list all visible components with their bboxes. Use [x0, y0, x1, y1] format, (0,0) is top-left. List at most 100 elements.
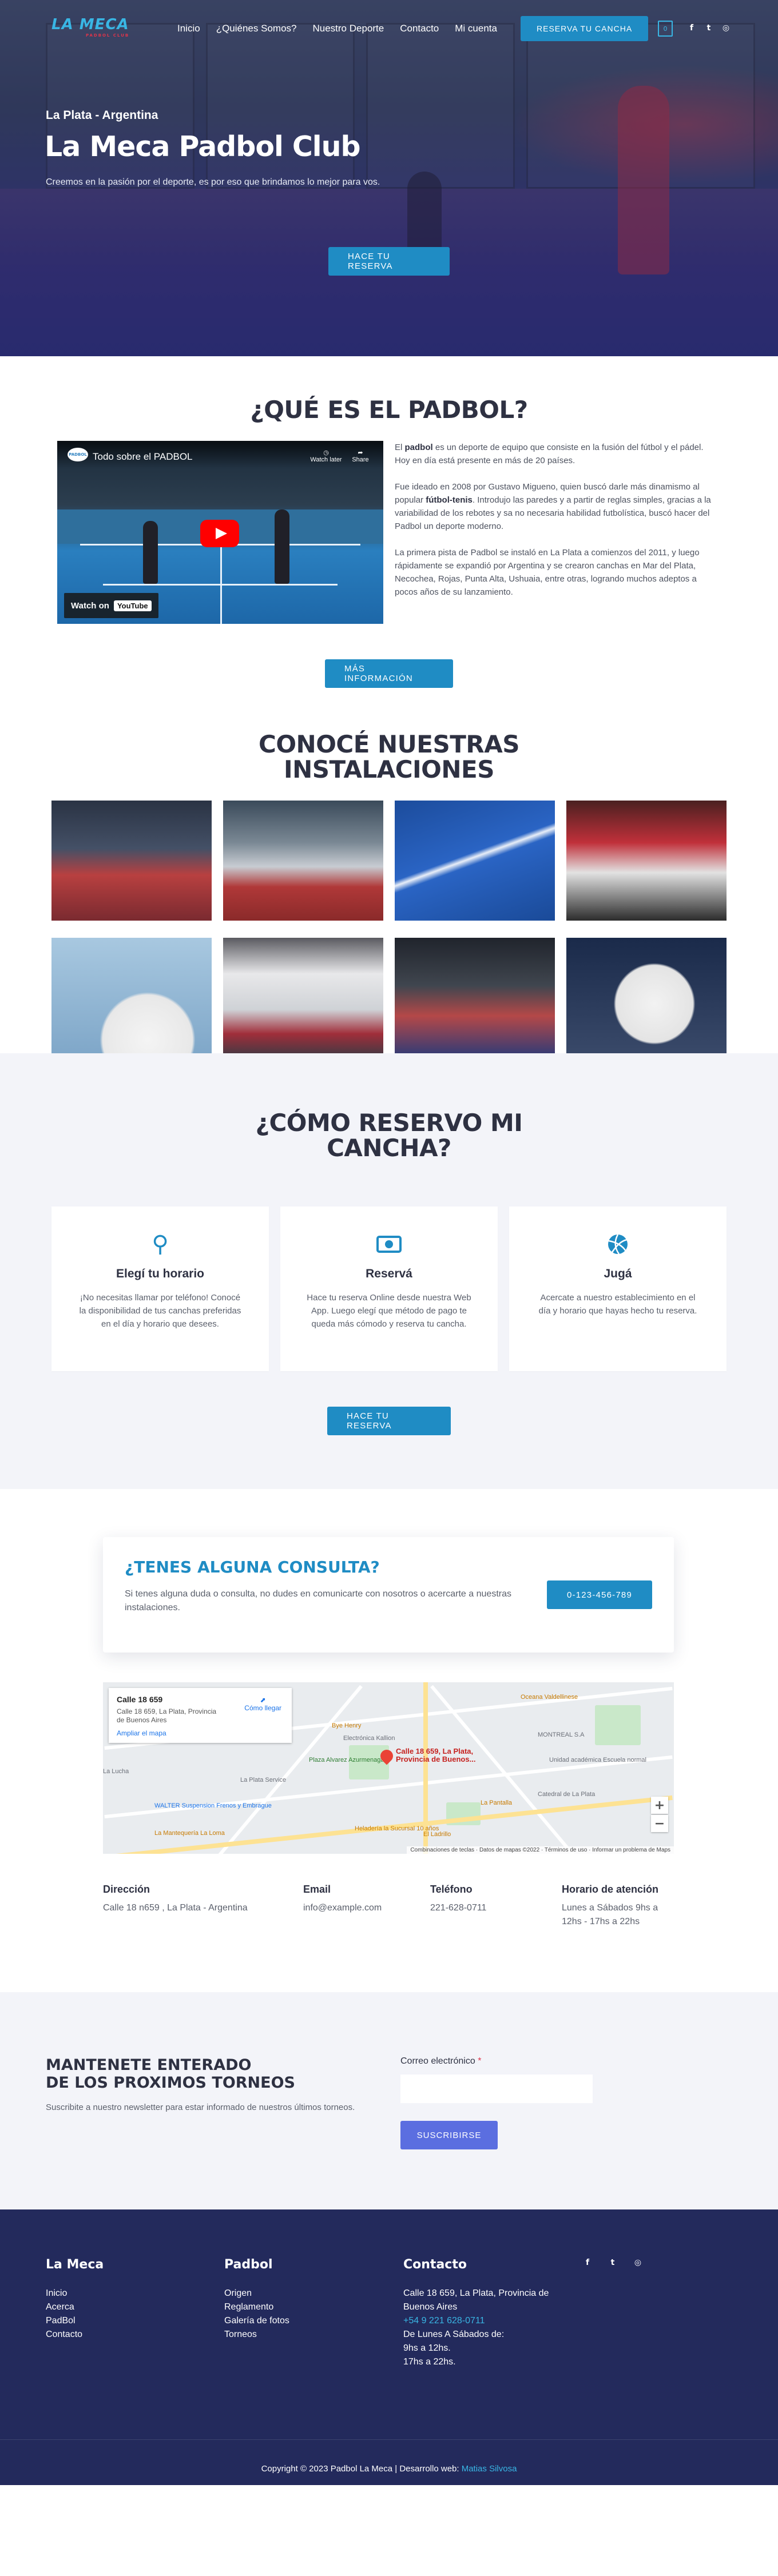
- newsletter-text: Suscribite a nuestro newsletter para est…: [46, 2103, 355, 2112]
- more-info-button[interactable]: MÁS INFORMACIÓN: [325, 659, 453, 688]
- watch-later-button[interactable]: ◷ Watch later: [309, 449, 343, 463]
- twitter-icon[interactable]: t: [704, 23, 714, 33]
- share-button[interactable]: ➦ Share: [343, 449, 378, 463]
- nav-item-inicio[interactable]: Inicio: [177, 23, 200, 34]
- zoom-in-button[interactable]: +: [651, 1797, 668, 1814]
- booking-reserve-button[interactable]: HACE TU RESERVA: [327, 1407, 451, 1435]
- video-title[interactable]: Todo sobre el PADBOL: [93, 451, 193, 463]
- padbol-description: El padbol es un deporte de equipo que co…: [395, 441, 720, 612]
- zoom-out-button[interactable]: −: [651, 1815, 668, 1832]
- play-button[interactable]: [200, 520, 239, 547]
- map-attribution: Combinaciones de teclas · Datos de mapas…: [407, 1846, 674, 1854]
- gallery-photo[interactable]: [566, 938, 727, 1058]
- gallery-photo[interactable]: [395, 938, 555, 1058]
- top-navigation: LA MECA PADBOL CLUB Inicio ¿Quiénes Somo…: [0, 0, 778, 57]
- youtube-logo: YouTube: [113, 600, 152, 611]
- footer-heading: Padbol: [224, 2258, 273, 2272]
- newsletter-section: MANTENETE ENTERADO DE LOS PROXIMOS TORNEO…: [0, 1992, 778, 2209]
- footer-link-torneos[interactable]: Torneos: [224, 2328, 289, 2342]
- footer-link-padbol[interactable]: PadBol: [46, 2314, 104, 2328]
- keyboard-shortcuts-link[interactable]: Combinaciones de teclas: [410, 1847, 474, 1853]
- nav-item-nuestro-deporte[interactable]: Nuestro Deporte: [312, 23, 384, 34]
- booking-steps: ⚲ Elegí tu horario ¡No necesitas llamar …: [51, 1207, 727, 1371]
- section-title: CONOCÉ NUESTRAS INSTALACIONES: [259, 730, 519, 784]
- footer-hours: 9hs a 12hs.: [403, 2343, 451, 2353]
- gallery-photo[interactable]: [51, 938, 212, 1058]
- twitter-icon[interactable]: t: [608, 2258, 618, 2268]
- footer-heading: La Meca: [46, 2258, 104, 2272]
- step-card: ⚲ Elegí tu horario ¡No necesitas llamar …: [51, 1207, 269, 1371]
- report-problem-link[interactable]: Informar un problema de Maps: [592, 1847, 670, 1853]
- nav-item-mi-cuenta[interactable]: Mi cuenta: [455, 23, 497, 34]
- gallery-photo[interactable]: [223, 801, 383, 921]
- footer-phone-link[interactable]: +54 9 221 628-0711: [403, 2314, 558, 2328]
- facilities-section: CONOCÉ NUESTRAS INSTALACIONES: [0, 700, 778, 1058]
- step-card: Reservá Hace tu reserva Online desde nue…: [280, 1207, 498, 1371]
- footer-link-acerca[interactable]: Acerca: [46, 2300, 104, 2314]
- reserve-court-button[interactable]: RESERVA TU CANCHA: [521, 16, 649, 41]
- gallery-photo[interactable]: [395, 801, 555, 921]
- terms-link[interactable]: Términos de uso: [545, 1847, 587, 1853]
- info-value[interactable]: info@example.com: [303, 1901, 418, 1915]
- facebook-icon[interactable]: f: [686, 23, 697, 33]
- instagram-icon[interactable]: ◎: [633, 2258, 643, 2268]
- step-title: Jugá: [604, 1267, 632, 1280]
- footer-link-galeria[interactable]: Galería de fotos: [224, 2314, 289, 2328]
- footer-address: Calle 18 659, La Plata, Provincia de Bue…: [403, 2288, 549, 2312]
- video-player-figure: [275, 509, 289, 584]
- map-place-label: Oceana Valdellinese: [521, 1694, 578, 1701]
- video-channel-logo[interactable]: PADBOL: [68, 448, 88, 461]
- cart-icon[interactable]: 0: [658, 21, 673, 37]
- hero-reserve-button[interactable]: HACE TU RESERVA: [328, 247, 450, 276]
- subscribe-button[interactable]: SUSCRIBIRSE: [400, 2121, 498, 2149]
- phone-button[interactable]: 0-123-456-789: [547, 1580, 652, 1609]
- contact-text: Si tenes alguna duda o consulta, no dude…: [125, 1589, 511, 1613]
- email-info: Email info@example.com: [303, 1884, 418, 1915]
- developer-link[interactable]: Matias Silvosa: [462, 2464, 517, 2474]
- hero-subtitle: La Plata - Argentina: [46, 109, 158, 122]
- map-place-label: La Mantequería La Loma: [154, 1830, 225, 1837]
- hero-description: Creemos en la pasión por el deporte, es …: [46, 177, 380, 187]
- gallery-photo[interactable]: [566, 801, 727, 921]
- step-text: Hace tu reserva Online desde nuestra Web…: [307, 1293, 471, 1329]
- search-icon: ⚲: [152, 1231, 169, 1257]
- footer-link-origen[interactable]: Origen: [224, 2287, 289, 2300]
- instagram-icon[interactable]: ◎: [721, 23, 731, 33]
- gallery-photo[interactable]: [51, 801, 212, 921]
- nav-item-quienes-somos[interactable]: ¿Quiénes Somos?: [216, 23, 297, 34]
- facebook-icon[interactable]: f: [582, 2258, 593, 2268]
- google-map[interactable]: Oceana Valdellinese Bye Henry Electrónic…: [103, 1682, 674, 1854]
- footer-link-contacto[interactable]: Contacto: [46, 2328, 104, 2342]
- step-text: Acercate a nuestro establecimiento en el…: [538, 1293, 697, 1316]
- map-place-label: WALTER Suspension Frenos y Embrague: [154, 1802, 272, 1809]
- footer-link-inicio[interactable]: Inicio: [46, 2287, 104, 2300]
- how-to-book-section: ¿CÓMO RESERVO MI CANCHA? ⚲ Elegí tu horar…: [0, 1053, 778, 1489]
- step-title: Elegí tu horario: [116, 1267, 204, 1280]
- info-value: Calle 18 n659 , La Plata - Argentina: [103, 1903, 248, 1913]
- youtube-video-embed[interactable]: PADBOL Todo sobre el PADBOL ◷ Watch later…: [57, 441, 383, 624]
- newsletter-email-input[interactable]: [400, 2075, 593, 2103]
- step-card: Jugá Acercate a nuestro establecimiento …: [509, 1207, 727, 1371]
- contact-callout: ¿TENES ALGUNA CONSULTA? Si tenes alguna …: [103, 1537, 674, 1653]
- gallery-photo[interactable]: [223, 938, 383, 1058]
- footer-column-padbol: Padbol Origen Reglamento Galería de foto…: [224, 2258, 289, 2342]
- footer-divider: [0, 2439, 778, 2440]
- info-label: Teléfono: [430, 1884, 473, 1895]
- site-logo[interactable]: LA MECA PADBOL CLUB: [51, 16, 143, 39]
- main-menu: Inicio ¿Quiénes Somos? Nuestro Deporte C…: [177, 23, 497, 34]
- map-place-name: Calle 18 659: [117, 1695, 163, 1704]
- nav-item-contacto[interactable]: Contacto: [400, 23, 439, 34]
- directions-link[interactable]: ⬈ Cómo llegar: [244, 1696, 281, 1712]
- step-title: Reservá: [366, 1267, 412, 1280]
- video-court-line: [103, 584, 338, 586]
- map-place-label: Unidad académica Escuela normal: [549, 1757, 646, 1763]
- map-place-label: La Plata Service: [240, 1777, 287, 1783]
- map-place-label: Bye Henry: [332, 1722, 362, 1729]
- what-is-padbol-section: ¿QUÉ ES EL PADBOL? PADBOL Todo sobre el …: [0, 356, 778, 700]
- paragraph: El padbol es un deporte de equipo que co…: [395, 443, 704, 465]
- enlarge-map-link[interactable]: Ampliar el mapa: [117, 1729, 166, 1737]
- map-place-label: Plaza Alvarez Azurmenaga: [309, 1757, 384, 1763]
- video-player-figure: [143, 521, 158, 584]
- watch-on-youtube-button[interactable]: Watch on YouTube: [64, 593, 158, 618]
- footer-link-reglamento[interactable]: Reglamento: [224, 2300, 289, 2314]
